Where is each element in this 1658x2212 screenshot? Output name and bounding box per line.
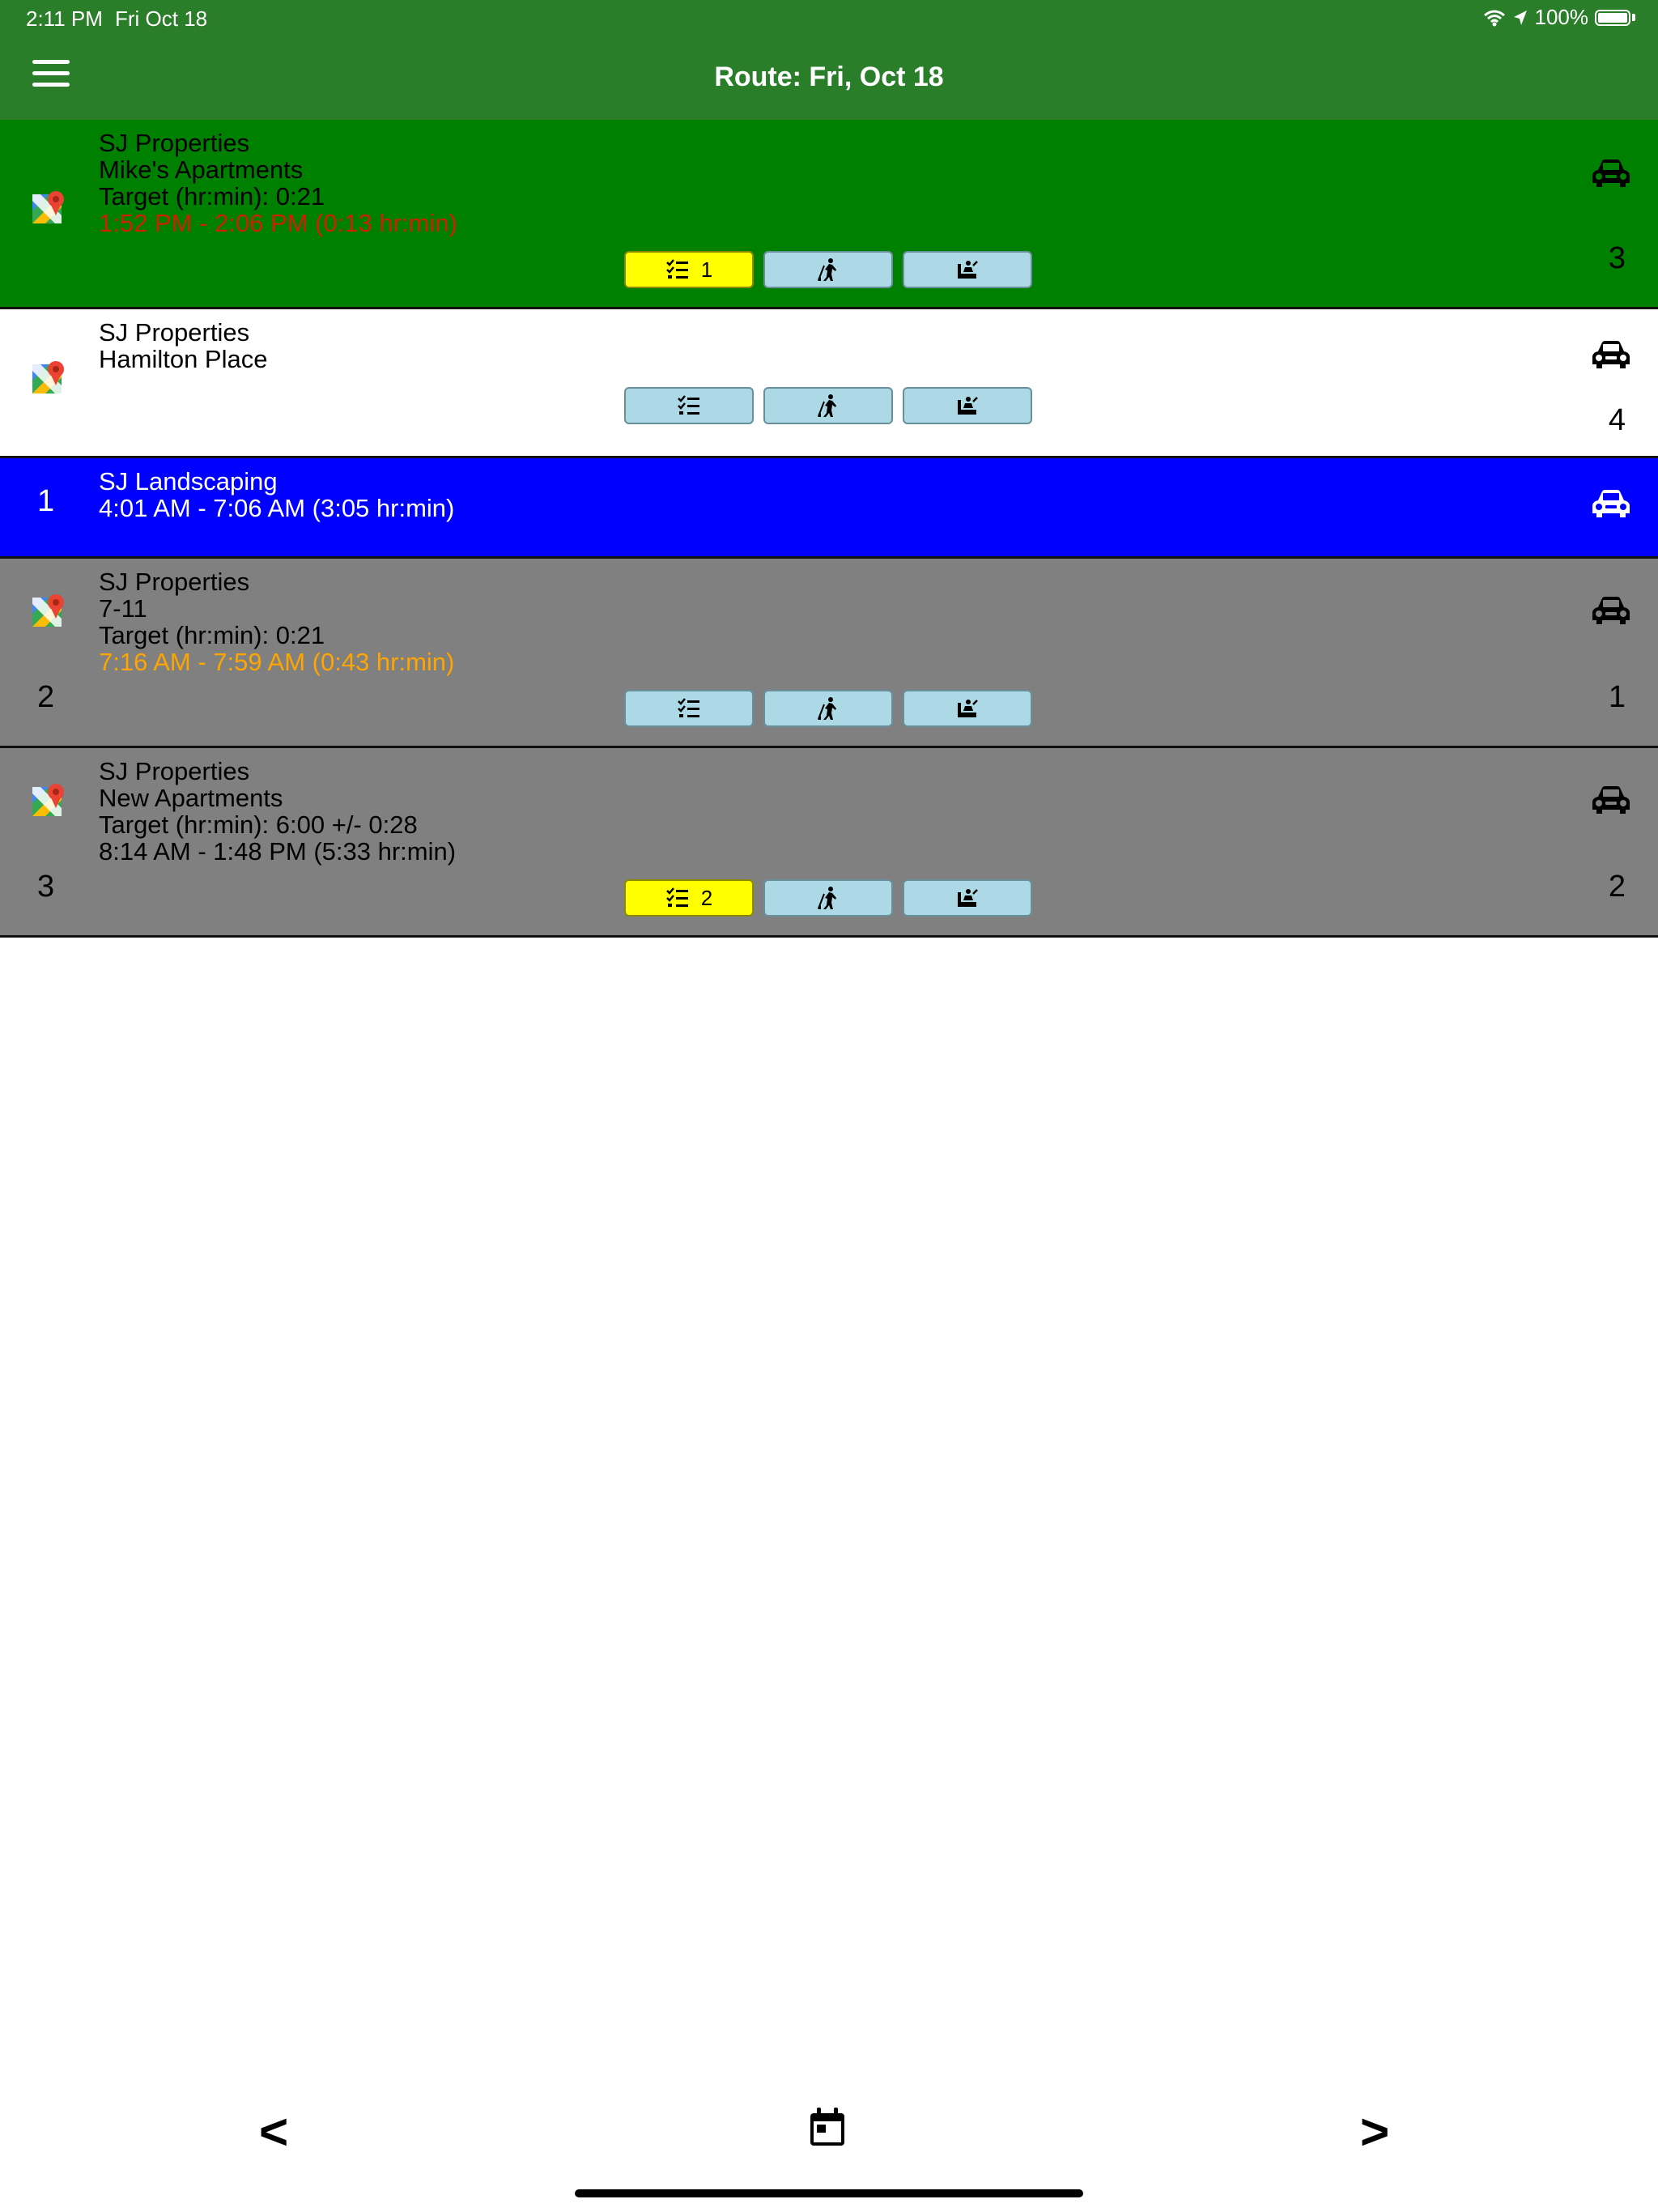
stop-company: SJ Landscaping [99,467,278,496]
rest-icon [955,696,980,721]
calendar-icon[interactable] [809,2107,846,2147]
stop-order: 4 [1608,403,1626,437]
stop-details: SJ Properties Hamilton Place [99,319,267,372]
nav-bar: Route: Fri, Oct 18 [0,39,1658,120]
rest-button[interactable] [903,251,1032,288]
checklist-button[interactable] [624,387,754,424]
checklist-icon [665,257,690,282]
stop-actions: 2 [624,879,1032,917]
stop-index: 2 [37,680,55,714]
stop-site: 7-11 [99,594,147,623]
car-icon[interactable] [1590,784,1632,816]
stop-target: Target (hr:min): 6:00 +/- 0:28 [99,810,418,839]
stop-actions: 1 [624,251,1032,288]
checklist-icon [677,393,701,418]
checklist-button[interactable]: 1 [624,251,754,288]
checklist-button[interactable] [624,690,754,727]
checklist-count: 1 [700,257,713,282]
checklist-icon [665,886,690,910]
status-right: 100% [1483,5,1635,30]
rest-button[interactable] [903,879,1032,917]
stop-details: SJ Properties 7-11 Target (hr:min): 0:21… [99,568,454,675]
route-stop-row[interactable]: 2 SJ Properties 7-11 Target (hr:min): 0:… [0,559,1658,748]
car-icon[interactable] [1590,487,1632,520]
google-maps-icon[interactable] [31,359,66,395]
status-time: 2:11 PM [26,6,103,31]
stop-details: SJ Properties Mike's Apartments Target (… [99,130,457,236]
google-maps-icon[interactable] [31,189,66,225]
stop-site: New Apartments [99,784,283,812]
rest-icon [955,393,980,418]
status-bar: 2:11 PM Fri Oct 18 100% [0,0,1658,39]
rest-button[interactable] [903,690,1032,727]
stop-details: SJ Properties New Apartments Target (hr:… [99,758,456,865]
stop-site: Hamilton Place [99,345,268,373]
route-stop-row[interactable]: SJ Properties Mike's Apartments Target (… [0,120,1658,309]
checklist-button[interactable]: 2 [624,879,754,917]
battery-tip [1632,14,1635,21]
route-stop-row[interactable]: 1 SJ Landscaping 4:01 AM - 7:06 AM (3:05… [0,458,1658,559]
car-icon[interactable] [1590,594,1632,627]
stop-index: 3 [37,870,55,904]
google-maps-icon[interactable] [31,782,66,818]
previous-day-button[interactable]: < [259,2104,288,2161]
stop-order: 2 [1608,870,1626,904]
stop-time: 7:16 AM - 7:59 AM (0:43 hr:min) [99,648,455,676]
stop-target: Target (hr:min): 0:21 [99,182,325,211]
car-icon[interactable] [1590,157,1632,189]
stop-details: SJ Landscaping 4:01 AM - 7:06 AM (3:05 h… [99,468,454,521]
next-day-button[interactable]: > [1360,2104,1389,2161]
stop-time: 1:52 PM - 2:06 PM (0:13 hr:min) [99,209,457,237]
rest-icon [955,257,980,282]
stop-time: 4:01 AM - 7:06 AM (3:05 hr:min) [99,494,455,522]
worker-button[interactable] [763,879,893,917]
battery-percent: 100% [1534,5,1589,29]
bottom-toolbar: < > [0,2097,1658,2178]
google-maps-icon[interactable] [31,593,66,628]
worker-icon [816,393,840,418]
status-date: Fri Oct 18 [115,6,208,31]
worker-icon [816,696,840,721]
stop-target: Target (hr:min): 0:21 [99,621,325,649]
stop-company: SJ Properties [99,568,250,596]
stop-actions [624,387,1032,424]
page-title: Route: Fri, Oct 18 [714,62,944,92]
checklist-count: 2 [700,885,713,910]
worker-button[interactable] [763,387,893,424]
stop-company: SJ Properties [99,129,250,157]
stop-company: SJ Properties [99,318,250,347]
worker-button[interactable] [763,690,893,727]
wifi-icon [1483,10,1505,26]
home-indicator [575,2189,1083,2197]
car-icon[interactable] [1590,338,1632,371]
location-arrow-icon [1513,10,1527,25]
worker-icon [816,257,840,282]
rest-button[interactable] [903,387,1032,424]
stop-order: 3 [1608,241,1626,275]
stop-company: SJ Properties [99,757,250,785]
rest-icon [955,886,980,910]
worker-icon [816,886,840,910]
route-stop-row[interactable]: SJ Properties Hamilton Place 4 [0,309,1658,458]
stop-index: 1 [37,484,55,518]
route-stop-row[interactable]: 3 SJ Properties New Apartments Target (h… [0,748,1658,938]
stop-actions [624,690,1032,727]
stop-time: 8:14 AM - 1:48 PM (5:33 hr:min) [99,837,457,866]
checklist-icon [677,696,701,721]
stop-order: 1 [1608,680,1626,714]
stop-site: Mike's Apartments [99,155,304,184]
worker-button[interactable] [763,251,893,288]
battery-icon [1595,9,1630,26]
